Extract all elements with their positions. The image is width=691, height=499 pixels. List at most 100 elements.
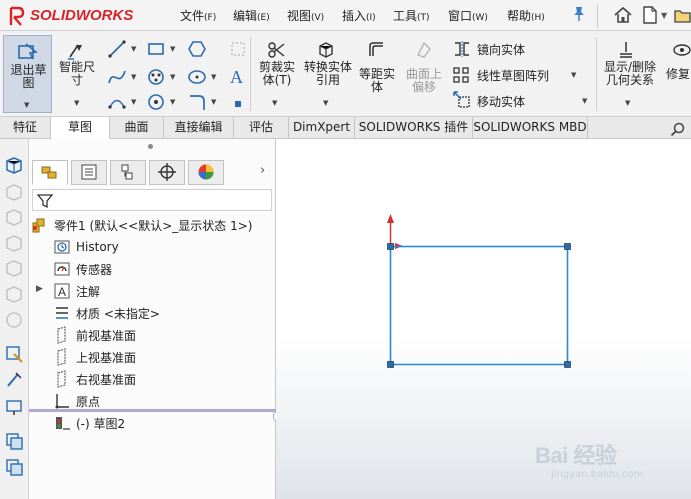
display-tool-icon[interactable]: [4, 397, 24, 417]
cube-gray-icon[interactable]: [4, 284, 24, 304]
tab-direct-editing[interactable]: 直接编辑: [164, 117, 234, 139]
display-delete-relations-label[interactable]: 显示/删除几何关系: [600, 61, 660, 87]
menu-help[interactable]: 帮助(H): [507, 7, 545, 24]
display-delete-relations-icon[interactable]: [616, 40, 636, 60]
offset-entities-icon[interactable]: [366, 40, 386, 60]
rectangle-icon[interactable]: [146, 39, 166, 59]
tab-features[interactable]: 特征: [0, 117, 51, 139]
text-icon[interactable]: A: [227, 66, 247, 86]
chevron-right-icon[interactable]: ›: [260, 163, 265, 178]
tree-item-history[interactable]: History: [53, 237, 119, 257]
ellipse-icon[interactable]: [187, 67, 207, 87]
tab-configuration-manager[interactable]: [110, 160, 146, 185]
tab-dimxpert-manager[interactable]: [149, 160, 185, 185]
tree-item-sketch2[interactable]: (-) 草图2: [53, 413, 125, 433]
expand-annotations-icon[interactable]: ▶: [36, 284, 43, 294]
construction-geometry-icon[interactable]: [228, 39, 248, 59]
tree-item-material[interactable]: 材质 <未指定>: [53, 303, 160, 323]
trim-entities-label[interactable]: 剪裁实体(T): [255, 61, 299, 87]
open-folder-icon[interactable]: [674, 4, 691, 26]
menu-view[interactable]: 视图(V): [287, 7, 324, 24]
smart-dimension-icon[interactable]: [66, 41, 86, 61]
fillet-dropdown-icon[interactable]: ▼: [211, 98, 216, 106]
relations-dropdown-icon[interactable]: ▼: [625, 99, 630, 107]
move-dropdown-icon[interactable]: ▼: [582, 97, 587, 105]
menu-edit[interactable]: 编辑(E): [233, 7, 270, 24]
repair-sketch-label[interactable]: 修复: [666, 68, 691, 81]
linear-pattern-icon[interactable]: [452, 65, 472, 85]
rollback-bar[interactable]: [29, 409, 276, 412]
menu-tools[interactable]: 工具(T): [393, 7, 430, 24]
cube-gray-icon[interactable]: [4, 207, 24, 227]
sketch-canvas[interactable]: [276, 139, 691, 499]
circle-dropdown-icon[interactable]: ▼: [170, 73, 175, 81]
menu-file[interactable]: 文件(F): [180, 7, 216, 24]
exit-sketch-dropdown-icon[interactable]: ▼: [24, 101, 29, 109]
tree-item-right-plane[interactable]: 右视基准面: [53, 369, 136, 389]
cube-gray-icon[interactable]: [4, 182, 24, 202]
corner-point[interactable]: [564, 243, 571, 250]
tab-solidworks-mbd[interactable]: SOLIDWORKS MBD: [473, 117, 588, 139]
panel-grip[interactable]: [148, 144, 153, 149]
smart-dimension-label[interactable]: 智能尺寸: [56, 61, 98, 87]
pattern-dropdown-icon[interactable]: ▼: [571, 71, 576, 79]
menu-window[interactable]: 窗口(W): [448, 7, 488, 24]
ellipse-dropdown-icon[interactable]: ▼: [211, 73, 216, 81]
tab-solidworks-addins[interactable]: SOLIDWORKS 插件: [355, 117, 473, 139]
filter-bar[interactable]: [32, 189, 272, 211]
line-dropdown-icon[interactable]: ▼: [131, 45, 136, 53]
circle-icon[interactable]: [146, 67, 166, 87]
tree-item-top-plane[interactable]: 上视基准面: [53, 347, 136, 367]
slot-dropdown-icon[interactable]: ▼: [170, 98, 175, 106]
move-entities-icon[interactable]: [452, 90, 472, 110]
tree-item-annotations[interactable]: A 注解: [53, 281, 100, 301]
sphere-gray-icon[interactable]: [4, 310, 24, 330]
cube-gray-icon[interactable]: [4, 258, 24, 278]
graphics-area[interactable]: [276, 139, 691, 499]
filter-icon[interactable]: [37, 193, 53, 209]
tab-sketch[interactable]: 草图: [51, 117, 110, 139]
tab-feature-manager[interactable]: [32, 160, 68, 185]
mirror-entities-icon[interactable]: [452, 39, 472, 59]
new-dropdown-icon[interactable]: ▼: [661, 11, 667, 20]
corner-point[interactable]: [387, 243, 394, 250]
convert-entities-icon[interactable]: [316, 40, 336, 60]
tree-item-origin[interactable]: 原点: [53, 391, 100, 411]
corner-point[interactable]: [564, 361, 571, 368]
view-orientation-icon[interactable]: [4, 155, 24, 175]
repair-sketch-icon[interactable]: [672, 40, 691, 60]
tab-surfaces[interactable]: 曲面: [110, 117, 164, 139]
edit-tool-icon[interactable]: [4, 370, 24, 390]
cube-gray-icon[interactable]: [4, 233, 24, 253]
tab-property-manager[interactable]: [71, 160, 107, 185]
solidworks-logo[interactable]: SOLIDWORKS: [8, 3, 150, 28]
line-icon[interactable]: [107, 39, 127, 59]
sketch-tool-icon[interactable]: [4, 344, 24, 364]
slot-icon[interactable]: [146, 92, 166, 112]
offset-entities-label[interactable]: 等距实体: [358, 68, 396, 94]
search-icon[interactable]: [670, 121, 686, 137]
new-document-icon[interactable]: [641, 4, 659, 26]
convert-dropdown-icon[interactable]: ▼: [323, 99, 328, 107]
rectangle-dropdown-icon[interactable]: ▼: [170, 45, 175, 53]
mirror-entities-label[interactable]: 镜向实体: [477, 41, 525, 58]
trim-dropdown-icon[interactable]: ▼: [272, 99, 277, 107]
layers-icon[interactable]: [4, 431, 24, 451]
home-icon[interactable]: [612, 4, 634, 26]
tab-display-manager[interactable]: [188, 160, 224, 185]
arc-dropdown-icon[interactable]: ▼: [131, 98, 136, 106]
linear-pattern-label[interactable]: 线性草图阵列: [477, 67, 549, 84]
tab-dimxpert[interactable]: DimXpert: [289, 117, 355, 139]
tree-item-front-plane[interactable]: 前视基准面: [53, 325, 136, 345]
arc-icon[interactable]: [107, 92, 127, 112]
trim-entities-icon[interactable]: [266, 40, 286, 60]
corner-point[interactable]: [387, 361, 394, 368]
smart-dimension-dropdown-icon[interactable]: ▼: [74, 99, 79, 107]
tab-evaluate[interactable]: 评估: [234, 117, 289, 139]
tree-root-part[interactable]: 零件1 (默认<<默认>_显示状态 1>): [31, 215, 252, 235]
sketch-rectangle[interactable]: [389, 245, 569, 366]
pin-icon[interactable]: [572, 6, 586, 22]
fillet-icon[interactable]: [187, 92, 207, 112]
convert-entities-label[interactable]: 转换实体引用: [302, 61, 354, 87]
spline-dropdown-icon[interactable]: ▼: [131, 73, 136, 81]
